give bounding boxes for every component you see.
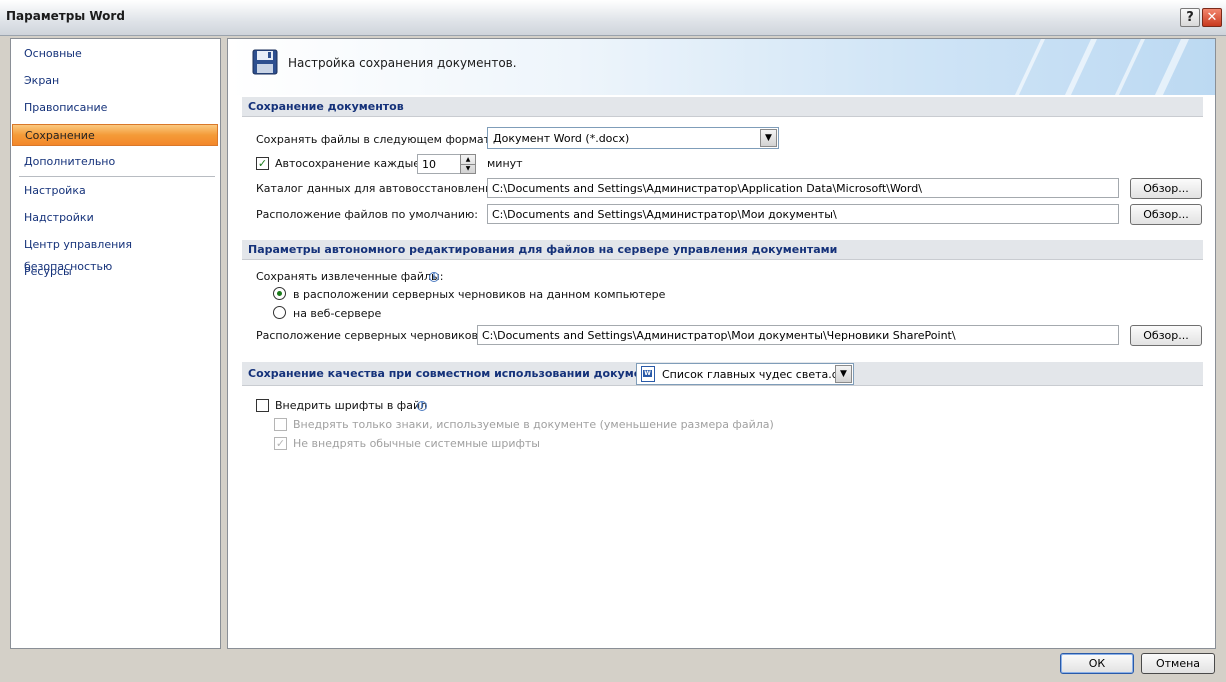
ok-button[interactable]: ОК — [1060, 653, 1134, 674]
sidebar-item-trust-center[interactable]: Центр управления безопасностью — [12, 234, 218, 273]
format-value: Документ Word (*.docx) — [493, 132, 630, 145]
autosave-label: Автосохранение каждые — [275, 157, 421, 170]
no-common-fonts-checkbox[interactable]: ✓ — [274, 437, 287, 450]
main-panel: Настройка сохранения документов. Сохране… — [227, 38, 1216, 649]
sidebar-item-general[interactable]: Основные — [12, 43, 218, 65]
autosave-unit: минут — [487, 157, 523, 170]
default-location-input[interactable]: C:\Documents and Settings\Администратор\… — [487, 204, 1119, 224]
format-label: Сохранять файлы в следующем формате: — [256, 133, 501, 146]
close-button[interactable]: ✕ — [1202, 8, 1222, 27]
fidelity-header-text: Сохранение качества при совместном испол… — [248, 367, 667, 380]
embed-fonts-checkbox[interactable] — [256, 399, 269, 412]
sidebar-divider — [19, 176, 215, 177]
recovery-path-input[interactable]: C:\Documents and Settings\Администратор\… — [487, 178, 1119, 198]
browse-recovery-button[interactable]: Обзор... — [1130, 178, 1202, 199]
help-button[interactable]: ? — [1180, 8, 1200, 27]
sidebar-item-advanced[interactable]: Дополнительно — [12, 151, 218, 173]
section-header-offline: Параметры автономного редактирования для… — [242, 240, 1203, 260]
drafts-location-input[interactable]: C:\Documents and Settings\Администратор\… — [477, 325, 1119, 345]
info-icon: i — [417, 401, 427, 411]
sidebar-item-addins[interactable]: Надстройки — [12, 207, 218, 229]
radio-local-drafts-label: в расположении серверных черновиков на д… — [293, 288, 666, 301]
no-common-fonts-label: Не внедрять обычные системные шрифты — [293, 437, 540, 450]
embed-fonts-label: Внедрить шрифты в файл — [275, 399, 428, 412]
sidebar-item-display[interactable]: Экран — [12, 70, 218, 92]
fidelity-document-value: Список главных чудес света.doc — [662, 368, 852, 381]
cancel-button[interactable]: Отмена — [1141, 653, 1215, 674]
save-checked-out-label: Сохранять извлеченные файлы: — [256, 270, 444, 283]
sidebar-item-save[interactable]: Сохранение — [12, 124, 218, 146]
title-bar: Параметры Word ? ✕ — [0, 0, 1226, 36]
section-header-save: Сохранение документов — [242, 97, 1203, 117]
browse-default-location-button[interactable]: Обзор... — [1130, 204, 1202, 225]
default-location-label: Расположение файлов по умолчанию: — [256, 208, 478, 221]
sidebar: Основные Экран Правописание Сохранение Д… — [10, 38, 221, 649]
info-icon: i — [429, 272, 439, 282]
autosave-checkbox[interactable]: ✓ — [256, 157, 269, 170]
floppy-disk-icon — [252, 49, 278, 78]
format-dropdown[interactable]: Документ Word (*.docx) ▼ — [487, 127, 779, 149]
sidebar-item-customize[interactable]: Настройка — [12, 180, 218, 202]
radio-local-drafts[interactable] — [273, 287, 286, 300]
autosave-spinner[interactable]: ▲ ▼ — [460, 154, 476, 174]
sidebar-item-resources[interactable]: Ресурсы — [12, 261, 218, 283]
radio-web-server[interactable] — [273, 306, 286, 319]
window-title: Параметры Word — [6, 9, 125, 23]
browse-drafts-button[interactable]: Обзор... — [1130, 325, 1202, 346]
banner: Настройка сохранения документов. — [228, 39, 1215, 95]
embed-only-chars-checkbox[interactable] — [274, 418, 287, 431]
recovery-label: Каталог данных для автовосстановления: — [256, 182, 503, 195]
embed-only-chars-label: Внедрять только знаки, используемые в до… — [293, 418, 774, 431]
spin-down-icon[interactable]: ▼ — [461, 164, 475, 173]
sidebar-item-proofing[interactable]: Правописание — [12, 97, 218, 119]
page-title: Настройка сохранения документов. — [288, 56, 517, 70]
word-document-icon: W — [641, 366, 655, 382]
drafts-location-label: Расположение серверных черновиков: — [256, 329, 482, 342]
chevron-down-icon[interactable]: ▼ — [760, 129, 777, 147]
chevron-down-icon[interactable]: ▼ — [835, 365, 852, 383]
autosave-minutes-input[interactable]: 10 — [417, 154, 461, 174]
radio-web-server-label: на веб-сервере — [293, 307, 382, 320]
fidelity-document-dropdown[interactable]: W Список главных чудес света.doc ▼ — [636, 363, 854, 385]
